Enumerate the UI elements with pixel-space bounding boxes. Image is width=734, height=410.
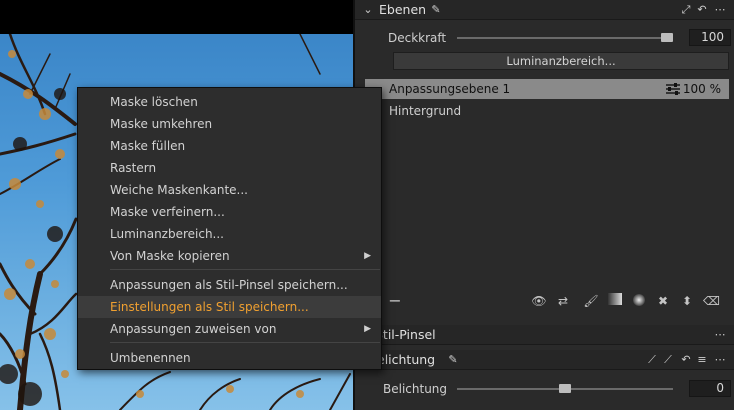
picker-icon[interactable]: ⟋ <box>661 353 675 367</box>
submenu-arrow-icon: ▶ <box>364 324 371 334</box>
gradient-icon[interactable] <box>607 293 623 309</box>
layer-name: Anpassungsebene 1 <box>389 82 511 96</box>
layer-context-menu: Maske löschen Maske umkehren Maske fülle… <box>77 87 382 370</box>
expand-icon[interactable]: ⤢ <box>679 3 693 17</box>
reset-icon[interactable]: ↶ <box>679 353 693 367</box>
menu-icon[interactable]: ≡ <box>695 353 709 367</box>
tools-panel: ⌄ Ebenen ✎ ⤢ ↶ ⋯ Deckkraft 100 Luminanzb… <box>353 0 734 410</box>
layers-title: Ebenen <box>379 2 427 17</box>
menu-item-rename[interactable]: Umbenennen <box>78 347 381 369</box>
minus-icon[interactable]: − <box>387 293 403 309</box>
menu-item-label: Anpassungen zuweisen von <box>110 322 277 336</box>
style-brush-title: Stil-Pinsel <box>375 327 436 342</box>
layers-header[interactable]: ⌄ Ebenen ✎ ⤢ ↶ ⋯ <box>355 0 734 20</box>
eraser-icon[interactable]: ⌫ <box>703 293 720 309</box>
adjustments-icon <box>666 83 680 95</box>
menu-item-save-as-style[interactable]: Einstellungen als Stil speichern... <box>78 296 381 318</box>
opacity-label: Deckkraft <box>388 31 447 45</box>
opacity-slider-thumb[interactable] <box>661 33 673 42</box>
menu-separator <box>110 342 380 343</box>
style-brush-header[interactable]: Stil-Pinsel ⋯ <box>355 325 734 345</box>
eye-icon[interactable]: 👁 <box>531 293 547 309</box>
menu-item-delete-mask[interactable]: Maske löschen <box>78 91 381 113</box>
magic-eraser-icon[interactable]: ✖ <box>655 293 671 309</box>
opacity-slider-track[interactable] <box>457 37 673 39</box>
ellipsis-icon[interactable]: ⋯ <box>713 3 727 17</box>
exposure-label: Belichtung <box>383 382 448 396</box>
layer-opacity: 100 % <box>682 82 721 96</box>
chevron-down-icon[interactable]: ⌄ <box>361 3 375 17</box>
menu-separator <box>110 269 380 270</box>
pencil-icon[interactable]: ✎ <box>429 3 443 17</box>
menu-item-rasterize[interactable]: Rastern <box>78 157 381 179</box>
reset-icon[interactable]: ↶ <box>695 3 709 17</box>
menu-item-invert-mask[interactable]: Maske umkehren <box>78 113 381 135</box>
exposure-header[interactable]: elichtung ✎ ⟋ ⟋ ↶ ≡ ⋯ <box>355 350 734 370</box>
exposure-value-field[interactable]: 0 <box>689 380 731 397</box>
menu-item-save-as-style-brush[interactable]: Anpassungen als Stil-Pinsel speichern... <box>78 274 381 296</box>
stamp-icon[interactable]: ⬍ <box>679 293 695 309</box>
viewer-top-bar <box>0 0 353 34</box>
opacity-value-field[interactable]: 100 <box>689 29 731 46</box>
menu-item-feather-mask[interactable]: Weiche Maskenkante... <box>78 179 381 201</box>
ellipsis-icon[interactable]: ⋯ <box>713 353 727 367</box>
menu-item-label: Von Maske kopieren <box>110 249 230 263</box>
swap-icon[interactable]: ⇄ <box>555 293 571 309</box>
picker-icon[interactable]: ⟋ <box>645 353 659 367</box>
menu-item-copy-from-mask[interactable]: Von Maske kopieren ▶ <box>78 245 381 267</box>
layer-row-selected[interactable]: Anpassungsebene 1 100 % <box>365 79 729 99</box>
ellipsis-icon[interactable]: ⋯ <box>713 328 727 342</box>
menu-item-fill-mask[interactable]: Maske füllen <box>78 135 381 157</box>
exposure-title: elichtung <box>377 352 436 367</box>
brush-icon[interactable]: 🖌 <box>583 293 599 309</box>
radial-icon[interactable] <box>631 293 647 309</box>
submenu-arrow-icon: ▶ <box>364 251 371 261</box>
exposure-slider-thumb[interactable] <box>559 384 571 393</box>
luminance-range-button[interactable]: Luminanzbereich... <box>393 52 729 70</box>
menu-item-luminance-range[interactable]: Luminanzbereich... <box>78 223 381 245</box>
menu-item-apply-adjustments-from[interactable]: Anpassungen zuweisen von ▶ <box>78 318 381 340</box>
layer-row-background[interactable]: Hintergrund <box>389 104 461 118</box>
menu-item-refine-mask[interactable]: Maske verfeinern... <box>78 201 381 223</box>
pencil-icon[interactable]: ✎ <box>446 353 460 367</box>
